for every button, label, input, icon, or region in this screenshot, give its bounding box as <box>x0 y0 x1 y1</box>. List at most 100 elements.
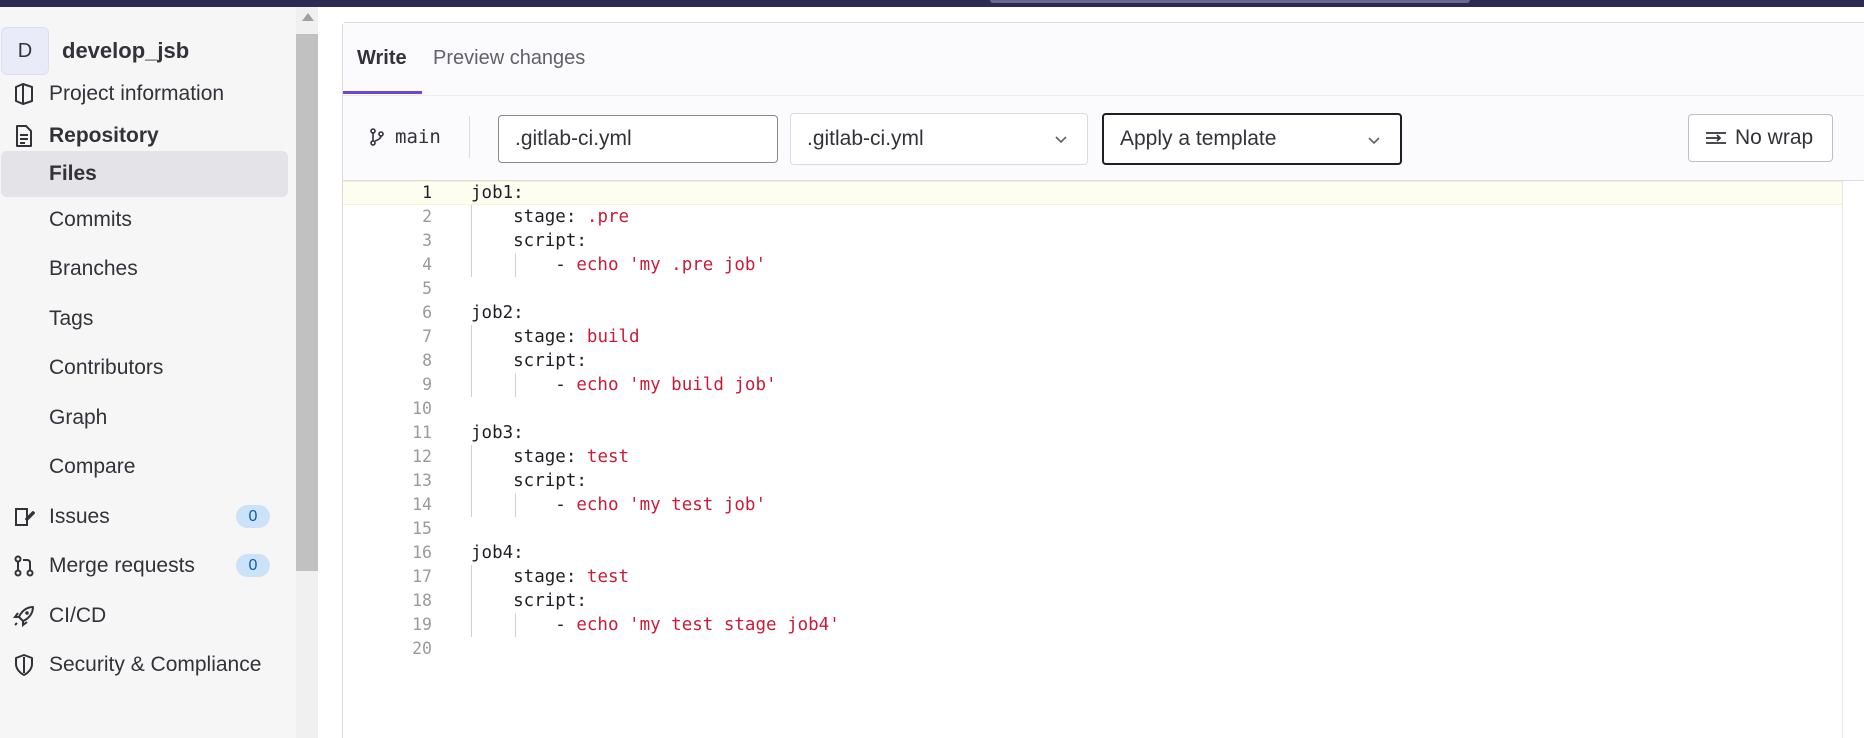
code-line[interactable]: 18 script: <box>343 589 1864 613</box>
code-line[interactable]: 13 script: <box>343 469 1864 493</box>
code-line[interactable]: 16 job4: <box>343 541 1864 565</box>
code-key: script: <box>471 471 587 491</box>
sidebar-item-issues[interactable]: Issues 0 <box>0 494 296 540</box>
line-number: 20 <box>412 639 432 658</box>
code-value: build <box>586 327 640 347</box>
code-text: stage: build <box>471 325 640 349</box>
sidebar-item-ci-cd[interactable]: CI/CD <box>0 593 296 639</box>
rocket-icon <box>13 606 34 627</box>
code-key: job1: <box>471 183 524 203</box>
code-line[interactable]: 20 <box>343 637 1864 661</box>
no-wrap-label: No wrap <box>1735 126 1814 149</box>
line-number: 15 <box>412 519 432 538</box>
scrollbar-thumb[interactable] <box>296 34 318 571</box>
code-key: stage: <box>471 447 587 467</box>
code-line[interactable]: 1 job1: <box>343 181 1864 205</box>
scroll-up-arrow-icon[interactable] <box>302 13 314 21</box>
sidebar-item-graph[interactable]: Graph <box>0 395 296 441</box>
line-number: 7 <box>422 327 432 346</box>
code-text: script: <box>471 229 587 253</box>
code-text: job1: <box>471 181 524 205</box>
indent-guide <box>471 493 472 517</box>
line-number: 18 <box>412 591 432 610</box>
sidebar-item-label: Compare <box>49 455 136 478</box>
code-key: job4: <box>471 543 524 563</box>
indent-guide <box>515 613 516 637</box>
indent-guide <box>471 205 472 229</box>
code-line[interactable]: 2 stage: .pre <box>343 205 1864 229</box>
issues-count-badge: 0 <box>236 505 270 528</box>
code-value: test <box>586 447 630 467</box>
code-line[interactable]: 8 script: <box>343 349 1864 373</box>
code-key: script: <box>471 231 587 251</box>
code-text: - echo 'my build job' <box>471 373 776 397</box>
code-key: - <box>471 495 577 515</box>
code-key: stage: <box>471 207 587 227</box>
line-number: 14 <box>412 495 432 514</box>
issues-icon <box>15 508 35 526</box>
sidebar-item-compare[interactable]: Compare <box>0 444 296 490</box>
editor-scrollbar[interactable] <box>1842 181 1864 738</box>
line-number: 2 <box>422 207 432 226</box>
indent-guide <box>471 589 472 613</box>
apply-template-dropdown[interactable]: Apply a template <box>1102 113 1402 165</box>
sidebar-item-label: Tags <box>49 307 94 330</box>
code-key: job3: <box>471 423 524 443</box>
line-number: 4 <box>422 255 432 274</box>
sidebar-item-contributors[interactable]: Contributors <box>0 345 296 391</box>
line-number: 10 <box>412 399 432 418</box>
line-number: 16 <box>412 543 432 562</box>
sidebar-item-tags[interactable]: Tags <box>0 296 296 342</box>
sidebar-item-commits[interactable]: Commits <box>0 197 296 243</box>
code-value: echo 'my test stage job4' <box>576 615 840 635</box>
sidebar-item-branches[interactable]: Branches <box>0 246 296 292</box>
wrap-icon <box>1706 132 1726 144</box>
file-editor-panel: Write Preview changes main .gitlab-ci.ym… <box>342 22 1864 738</box>
sidebar-item-merge-requests[interactable]: Merge requests 0 <box>0 543 296 589</box>
code-text: stage: test <box>471 565 629 589</box>
sidebar-item-label: Commits <box>49 208 132 231</box>
code-line[interactable]: 15 <box>343 517 1864 541</box>
sidebar-item-label: Contributors <box>49 356 164 379</box>
no-wrap-button[interactable]: No wrap <box>1688 114 1833 162</box>
tab-preview-changes[interactable]: Preview changes <box>433 47 585 70</box>
file-type-dropdown[interactable]: .gitlab-ci.yml <box>790 113 1088 165</box>
code-text: - echo 'my test stage job4' <box>471 613 840 637</box>
code-line[interactable]: 5 <box>343 277 1864 301</box>
sidebar-scrollbar[interactable] <box>296 7 318 738</box>
sidebar-item-label: Files <box>49 162 97 185</box>
code-line[interactable]: 14 - echo 'my test job' <box>343 493 1864 517</box>
sidebar-item-label: Issues <box>49 505 110 528</box>
merge-requests-count-badge: 0 <box>236 554 270 577</box>
sidebar-item-label: Repository <box>49 124 159 147</box>
search-bar-edge[interactable] <box>990 0 1470 3</box>
file-name-input[interactable]: .gitlab-ci.yml <box>498 115 778 163</box>
code-text: stage: test <box>471 445 629 469</box>
project-name: develop_jsb <box>62 38 190 63</box>
code-line[interactable]: 12 stage: test <box>343 445 1864 469</box>
sidebar-item-security-compliance[interactable]: Security & Compliance <box>0 642 296 688</box>
code-line[interactable]: 4 - echo 'my .pre job' <box>343 253 1864 277</box>
top-bar <box>0 0 1864 7</box>
indent-guide <box>471 565 472 589</box>
sidebar-item-label: Security & Compliance <box>49 653 262 676</box>
tab-write[interactable]: Write <box>357 47 407 70</box>
line-number: 5 <box>422 279 432 298</box>
code-line[interactable]: 9 - echo 'my build job' <box>343 373 1864 397</box>
code-text: job4: <box>471 541 524 565</box>
code-line[interactable]: 6 job2: <box>343 301 1864 325</box>
code-line[interactable]: 17 stage: test <box>343 565 1864 589</box>
code-line[interactable]: 19 - echo 'my test stage job4' <box>343 613 1864 637</box>
code-line[interactable]: 10 <box>343 397 1864 421</box>
code-line[interactable]: 11 job3: <box>343 421 1864 445</box>
code-text: job3: <box>471 421 524 445</box>
sidebar-item-label: Merge requests <box>49 554 195 577</box>
template-placeholder: Apply a template <box>1120 127 1277 150</box>
sidebar-item-label: Branches <box>49 257 138 280</box>
branch-indicator: main <box>369 126 441 148</box>
sidebar-item-project-information[interactable]: Project information <box>0 71 296 117</box>
code-line[interactable]: 7 stage: build <box>343 325 1864 349</box>
code-line[interactable]: 3 script: <box>343 229 1864 253</box>
code-editor[interactable]: 1 job1: 2 stage: .pre 3 script: 4 - echo 'my… <box>343 181 1864 738</box>
sidebar-item-files[interactable]: Files <box>1 151 288 197</box>
